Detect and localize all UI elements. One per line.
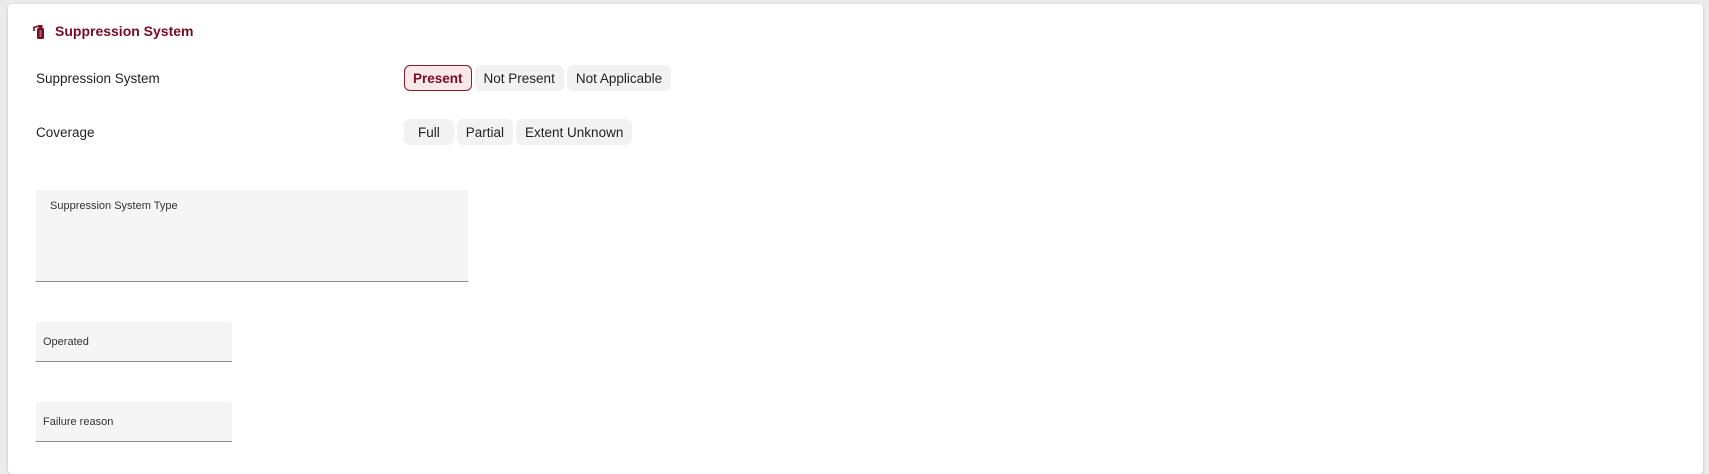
fire-suppression-icon xyxy=(33,24,47,39)
suppression-system-type-field[interactable]: Suppression System Type xyxy=(36,190,468,282)
suppression-system-label: Suppression System xyxy=(36,71,160,86)
section-title: Suppression System xyxy=(55,23,194,39)
failure-reason-label: Failure reason xyxy=(43,416,114,428)
suppression-system-options: Present Not Present Not Applicable xyxy=(404,65,672,91)
suppression-system-type-label: Suppression System Type xyxy=(50,200,178,212)
operated-field[interactable]: Operated xyxy=(36,322,232,362)
coverage-label: Coverage xyxy=(36,125,95,140)
section-header: Suppression System xyxy=(33,23,194,39)
suppression-system-card: Suppression System Suppression System Pr… xyxy=(8,4,1703,474)
operated-label: Operated xyxy=(43,336,89,348)
coverage-options: Full Partial Extent Unknown xyxy=(404,119,633,145)
option-present-button[interactable]: Present xyxy=(404,65,472,91)
failure-reason-field[interactable]: Failure reason xyxy=(36,402,232,442)
option-not-present-button[interactable]: Not Present xyxy=(474,65,564,91)
coverage-partial-button[interactable]: Partial xyxy=(456,119,514,145)
coverage-extent-unknown-button[interactable]: Extent Unknown xyxy=(516,119,633,145)
option-not-applicable-button[interactable]: Not Applicable xyxy=(566,65,672,91)
coverage-full-button[interactable]: Full xyxy=(404,119,454,145)
